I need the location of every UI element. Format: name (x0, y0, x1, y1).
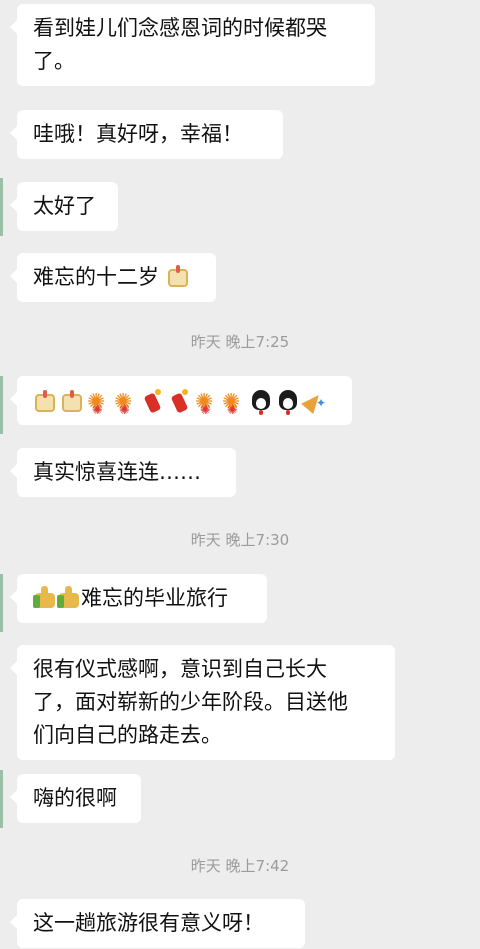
message-text: 难忘的十二岁 (33, 265, 159, 289)
penguin-icon (249, 389, 273, 413)
message-bubble[interactable]: 难忘的十二岁 (10, 253, 216, 302)
message-text: 看到娃儿们念感恩词的时候都哭 (33, 16, 327, 40)
message-text: 太好了 (33, 194, 96, 218)
avatar[interactable] (0, 770, 3, 828)
message-bubble[interactable]: 难忘的毕业旅行 (10, 574, 267, 623)
avatar[interactable] (0, 178, 3, 236)
message-bubble[interactable]: 太好了 (10, 182, 118, 231)
message-bubble[interactable]: 很有仪式感啊，意识到自己长大 了，面对崭新的少年阶段。目送他 们向自己的路走去。 (10, 645, 395, 760)
fireworks-icon (195, 386, 219, 427)
cake-icon (166, 264, 190, 288)
message-text: 们向自己的路走去。 (33, 723, 222, 747)
timestamp: 昨天 晚上7:42 (190, 857, 290, 875)
message-bubble[interactable]: 看到娃儿们念感恩词的时候都哭 了。 (10, 4, 375, 86)
message-text: 了，面对崭新的少年阶段。目送他 (33, 690, 348, 714)
message-text: 哇哦！真好呀，幸福！ (33, 122, 243, 146)
party-popper-icon (303, 387, 327, 420)
fireworks-icon (222, 386, 246, 427)
message-text: 很有仪式感啊，意识到自己长大 (33, 657, 327, 681)
message-bubble[interactable] (10, 376, 352, 427)
message-text: 难忘的毕业旅行 (81, 586, 228, 610)
fireworks-icon (87, 386, 111, 427)
cake-icon (60, 389, 84, 413)
message-bubble[interactable]: 哇哦！真好呀，幸福！ (10, 110, 283, 159)
message-bubble[interactable]: 这一趟旅游很有意义呀！ (10, 899, 305, 948)
thumbs-up-icon (33, 585, 57, 609)
message-text: 嗨的很啊 (33, 786, 117, 810)
firecracker-icon (141, 388, 165, 413)
timestamp: 昨天 晚上7:25 (190, 333, 290, 351)
thumbs-up-icon (57, 585, 81, 609)
fireworks-icon (114, 386, 138, 427)
message-text: 了。 (33, 49, 75, 73)
penguin-icon (276, 389, 300, 413)
timestamp: 昨天 晚上7:30 (190, 531, 290, 549)
cake-icon (33, 389, 57, 413)
avatar[interactable] (0, 376, 3, 434)
avatar[interactable] (0, 574, 3, 632)
emoji-row (33, 384, 338, 427)
firecracker-icon (168, 388, 192, 413)
message-bubble[interactable]: 嗨的很啊 (10, 774, 141, 823)
message-text: 这一趟旅游很有意义呀！ (33, 911, 264, 935)
message-bubble[interactable]: 真实惊喜连连…… (10, 448, 236, 497)
message-text: 真实惊喜连连…… (33, 460, 201, 484)
